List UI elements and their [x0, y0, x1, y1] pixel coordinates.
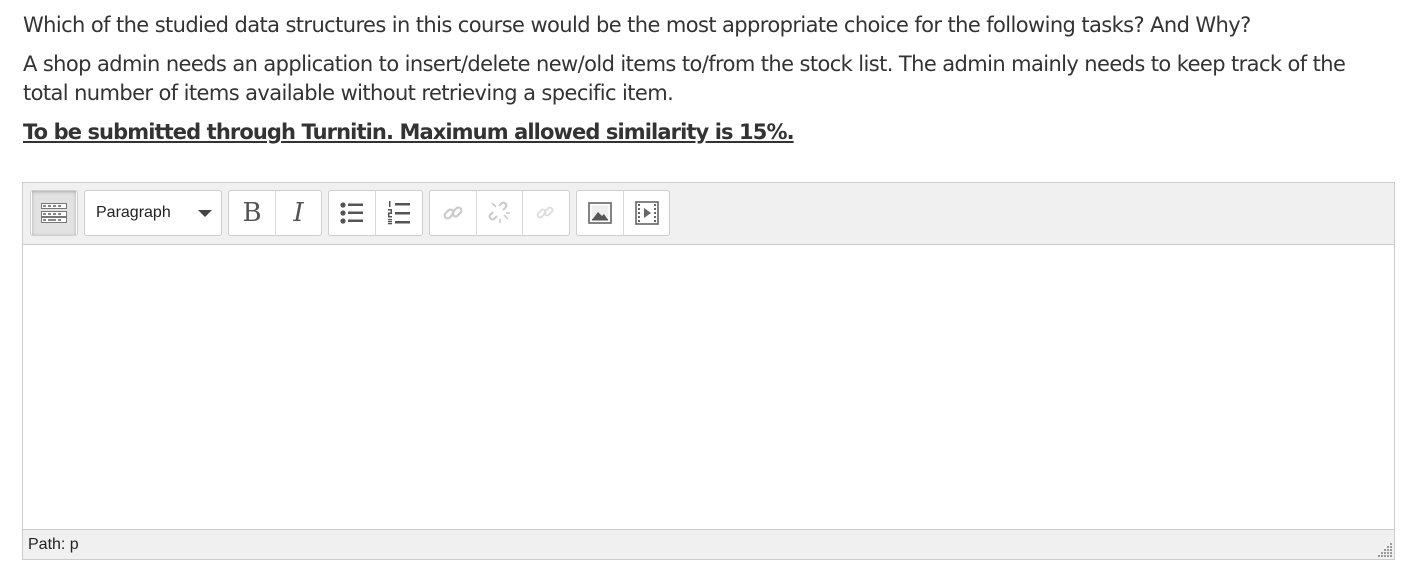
editor-toolbar: Paragraph B I — [23, 183, 1394, 245]
format-select[interactable]: Paragraph — [84, 190, 222, 236]
italic-button[interactable]: I — [275, 191, 321, 235]
ordered-list-icon — [387, 201, 410, 225]
bold-button[interactable]: B — [229, 191, 275, 235]
text-style-group: B I — [228, 190, 322, 236]
media-button[interactable] — [623, 191, 669, 235]
element-path: Path: p — [28, 536, 79, 553]
image-button[interactable] — [577, 191, 623, 235]
toolbar-toggle-group — [30, 190, 78, 236]
anchor-icon — [536, 206, 553, 219]
unordered-list-icon — [340, 202, 363, 224]
question-text: Which of the studied data structures in … — [23, 11, 1393, 147]
editor-content-area[interactable] — [23, 245, 1394, 528]
resize-handle-icon[interactable] — [1373, 538, 1393, 558]
image-icon — [588, 202, 612, 224]
submission-note: To be submitted through Turnitin. Maximu… — [23, 120, 795, 144]
anchor-button[interactable] — [522, 191, 568, 235]
unlink-icon — [488, 201, 510, 223]
link-group — [429, 190, 570, 236]
unordered-list-button[interactable] — [329, 191, 375, 235]
toolbar-toggle-icon — [41, 203, 67, 223]
question-prompt: Which of the studied data structures in … — [23, 13, 1251, 37]
rich-text-editor: Paragraph B I Path: p — [22, 182, 1395, 560]
question-task: A shop admin needs an application to ins… — [23, 52, 1346, 105]
bold-icon: B — [242, 198, 262, 228]
link-button[interactable] — [430, 191, 476, 235]
italic-icon: I — [293, 198, 304, 228]
toolbar-toggle-button[interactable] — [32, 191, 76, 235]
chevron-down-icon — [198, 209, 212, 217]
list-group — [328, 190, 423, 236]
media-group — [576, 190, 670, 236]
ordered-list-button[interactable] — [375, 191, 421, 235]
format-select-value: Paragraph — [96, 204, 171, 221]
editor-statusbar: Path: p — [23, 529, 1394, 559]
link-icon — [443, 206, 463, 220]
media-icon — [634, 201, 659, 225]
unlink-button[interactable] — [476, 191, 522, 235]
